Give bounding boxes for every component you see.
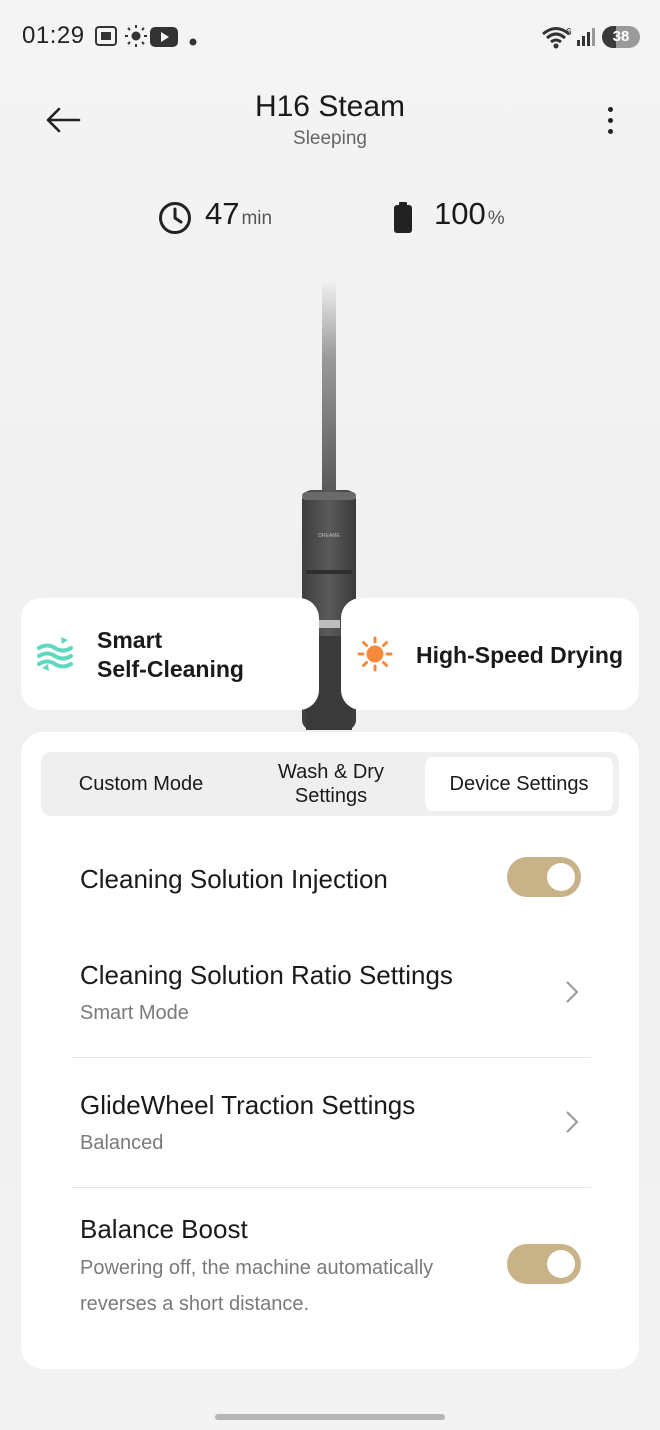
screen: 01:29 6 38 H16 Steam Sleeping 47 min 100…: [0, 0, 660, 1430]
arrow-left-icon: [46, 107, 81, 133]
settings-panel: Custom Mode Wash & Dry Settings Device S…: [21, 732, 639, 1369]
more-dot-icon: [607, 128, 613, 134]
balance-boost-description: Powering off, the machine automatically …: [80, 1257, 434, 1315]
title-block: H16 Steam Sleeping: [130, 88, 530, 150]
more-options-button[interactable]: [590, 98, 630, 142]
status-time: 01:29: [22, 22, 85, 49]
svg-text:6: 6: [566, 27, 572, 38]
cleaning-solution-injection-label: Cleaning Solution Injection: [80, 864, 388, 894]
balance-boost-toggle[interactable]: [507, 1244, 581, 1284]
self-cleaning-icon: [35, 634, 75, 679]
signal-icon: [576, 27, 598, 52]
toggle-knob: [547, 863, 575, 891]
notification-dot-icon: [189, 33, 197, 51]
youtube-icon: [150, 27, 178, 52]
smart-self-cleaning-label: Smart Self-Cleaning: [97, 627, 244, 682]
divider: [71, 1057, 591, 1058]
cleaning-solution-ratio-label: Cleaning Solution Ratio Settings: [80, 960, 453, 990]
remaining-time-unit: min: [241, 208, 273, 229]
remaining-time-value: 47: [205, 196, 240, 231]
home-indicator[interactable]: [215, 1414, 445, 1420]
cleaning-solution-injection-toggle[interactable]: [507, 857, 581, 897]
device-status: Sleeping: [293, 128, 367, 149]
divider: [71, 1187, 591, 1188]
battery-level-stat: 100 %: [434, 196, 505, 232]
tab-wash-dry-settings[interactable]: Wash & Dry Settings: [236, 757, 426, 811]
glidewheel-traction-value: Balanced: [80, 1132, 164, 1154]
glidewheel-traction-row[interactable]: GlideWheel Traction Settings Balanced: [21, 1072, 639, 1182]
tab-device-settings[interactable]: Device Settings: [425, 757, 613, 811]
glidewheel-traction-label: GlideWheel Traction Settings: [80, 1090, 416, 1120]
tab-custom-mode[interactable]: Custom Mode: [46, 757, 236, 811]
back-button[interactable]: [36, 96, 90, 144]
chevron-right-icon: [564, 980, 580, 1009]
remaining-time: 47 min: [205, 196, 272, 232]
cleaning-solution-ratio-value: Smart Mode: [80, 1002, 189, 1024]
clock-icon: [157, 200, 193, 241]
balance-boost-label: Balance Boost: [80, 1214, 248, 1244]
battery-level-unit: %: [487, 208, 505, 229]
screenshot-icon: [94, 24, 118, 53]
settings-tabs: Custom Mode Wash & Dry Settings Device S…: [41, 752, 619, 816]
battery-level-icon: [392, 201, 414, 240]
sun-icon: [357, 636, 393, 677]
chevron-right-icon: [564, 1110, 580, 1139]
battery-level-value: 100: [434, 196, 486, 231]
wifi-icon: 6: [541, 25, 573, 54]
battery-icon: 38: [602, 26, 640, 48]
balance-boost-row: Balance Boost Powering off, the machine …: [21, 1202, 639, 1352]
cleaning-solution-ratio-row[interactable]: Cleaning Solution Ratio Settings Smart M…: [21, 942, 639, 1052]
cleaning-solution-injection-row: Cleaning Solution Injection: [21, 840, 639, 920]
high-speed-drying-card[interactable]: High-Speed Drying: [341, 598, 639, 710]
status-bar: 01:29 6 38: [0, 0, 660, 76]
more-dot-icon: [607, 106, 613, 112]
brightness-icon: [124, 24, 148, 53]
svg-text:DREAME: DREAME: [318, 533, 340, 539]
smart-self-cleaning-card[interactable]: Smart Self-Cleaning: [21, 598, 319, 710]
toggle-knob: [547, 1250, 575, 1278]
high-speed-drying-label: High-Speed Drying: [416, 642, 624, 668]
battery-level: 38: [612, 28, 630, 45]
page-title: H16 Steam: [254, 90, 406, 123]
more-dot-icon: [607, 117, 613, 123]
